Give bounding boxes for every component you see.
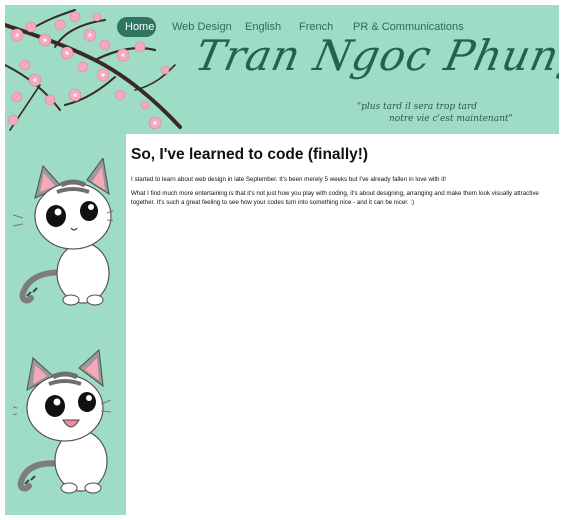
nav-item-home[interactable]: Home [117,17,156,37]
post-paragraph-2: What I find much more entertaining is th… [131,190,539,206]
post-title: So, I've learned to code (finally!) [131,146,369,163]
cat-illustration-bottom [13,348,112,494]
post-paragraph-1: I started to learn about web design in l… [131,176,447,183]
cherry-blossom-image [5,9,182,131]
cat-illustration-top [13,158,113,306]
site-header: Home Web Design English French PR & Comm… [5,5,559,134]
sidebar [5,134,126,515]
site-tagline: "plus tard il sera trop tard notre vie c… [357,101,513,125]
main-content: So, I've learned to code (finally!) I st… [126,134,559,515]
tagline-line-2: notre vie c'est maintenant" [389,114,513,124]
tagline-line-1: "plus tard il sera trop tard [357,102,478,112]
site-title: Tran Ngoc Phung [191,31,559,80]
page-frame: Home Web Design English French PR & Comm… [5,5,559,515]
